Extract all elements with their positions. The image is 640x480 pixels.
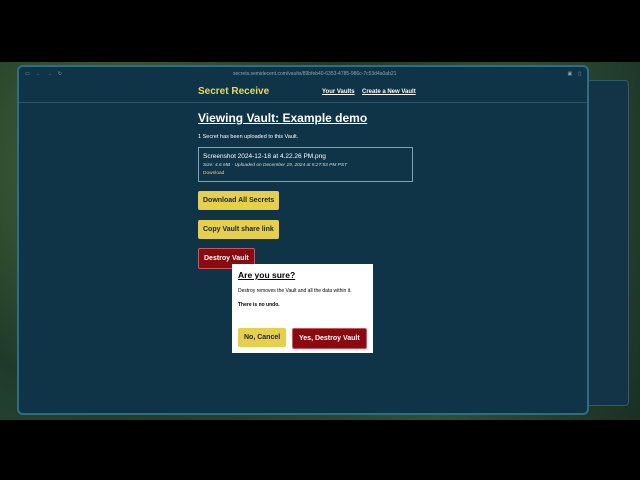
- tabs-icon[interactable]: ▯: [578, 71, 581, 77]
- page-title: Viewing Vault: Example demo: [198, 111, 368, 125]
- brand-logo[interactable]: Secret Receive: [198, 86, 269, 97]
- vault-content: Viewing Vault: Example demo 1 Secret has…: [198, 111, 413, 277]
- back-icon[interactable]: ←: [36, 71, 41, 77]
- browser-window: ▭ ← → ↻ secrets.semidecent.com/vaults/89…: [17, 65, 589, 415]
- secret-count: 1 Secret has been uploaded to this Vault…: [198, 134, 299, 140]
- download-all-button[interactable]: Download All Secrets: [198, 191, 280, 210]
- download-link[interactable]: Download: [203, 171, 408, 176]
- nav-create-vault[interactable]: Create a New Vault: [362, 89, 416, 95]
- sidebar-icon[interactable]: ▭: [25, 71, 30, 77]
- confirm-destroy-button[interactable]: Yes, Destroy Vault: [292, 328, 367, 349]
- nav-your-vaults[interactable]: Your Vaults: [322, 89, 355, 95]
- confirm-popover: Are you sure? Destroy removes the Vault …: [232, 264, 373, 353]
- file-size: Size: 4.6 MB: [203, 163, 231, 168]
- browser-toolbar: ▭ ← → ↻ secrets.semidecent.com/vaults/89…: [19, 67, 587, 81]
- forward-icon[interactable]: →: [47, 71, 52, 77]
- background-window[interactable]: [585, 80, 629, 406]
- share-icon[interactable]: ▣: [568, 71, 573, 77]
- file-name: Screenshot 2024-12-18 at 4.22.26 PM.png: [203, 153, 326, 160]
- cancel-button[interactable]: No, Cancel: [238, 328, 287, 347]
- upload-date: Uploaded on December 19, 2024 at 5:27:53…: [234, 163, 347, 168]
- popover-warning: There is no undo.: [238, 302, 280, 308]
- popover-title: Are you sure?: [238, 270, 296, 280]
- url-bar[interactable]: secrets.semidecent.com/vaults/89bfeb40-6…: [68, 71, 562, 77]
- site-header: Secret Receive Your Vaults Create a New …: [19, 81, 587, 103]
- reload-icon[interactable]: ↻: [58, 71, 62, 77]
- popover-body: Destroy removes the Vault and all the da…: [238, 288, 352, 294]
- secret-file-card: Screenshot 2024-12-18 at 4.22.26 PM.png …: [198, 147, 413, 182]
- copy-share-link-button[interactable]: Copy Vault share link: [198, 220, 279, 239]
